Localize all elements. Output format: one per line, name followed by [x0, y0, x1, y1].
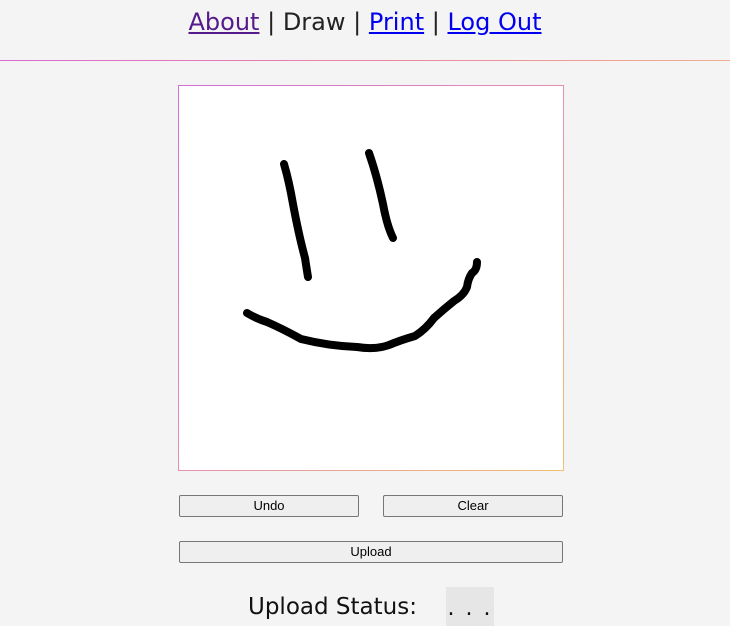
drawing-canvas-frame	[178, 85, 564, 471]
upload-status-label: Upload Status:	[248, 594, 417, 620]
stroke-right-eye	[365, 149, 397, 242]
nav-link-print[interactable]: Print	[369, 8, 424, 36]
stroke-mouth	[243, 258, 481, 353]
stroke-left-eye	[280, 160, 312, 281]
nav-separator: |	[431, 8, 440, 36]
clear-button[interactable]: Clear	[383, 495, 563, 517]
top-nav: About | Draw | Print | Log Out	[0, 0, 730, 44]
upload-button[interactable]: Upload	[179, 541, 563, 563]
nav-separator: |	[267, 8, 276, 36]
upload-status-value: . . .	[446, 587, 494, 626]
upload-status-row: Upload Status: . . .	[0, 586, 730, 626]
nav-separator: |	[353, 8, 362, 36]
nav-link-logout[interactable]: Log Out	[447, 8, 541, 36]
undo-button[interactable]: Undo	[179, 495, 359, 517]
header-divider	[0, 60, 730, 61]
nav-item-draw-current: Draw	[282, 8, 346, 36]
drawing-canvas[interactable]	[179, 86, 563, 470]
nav-link-about[interactable]: About	[188, 8, 259, 36]
